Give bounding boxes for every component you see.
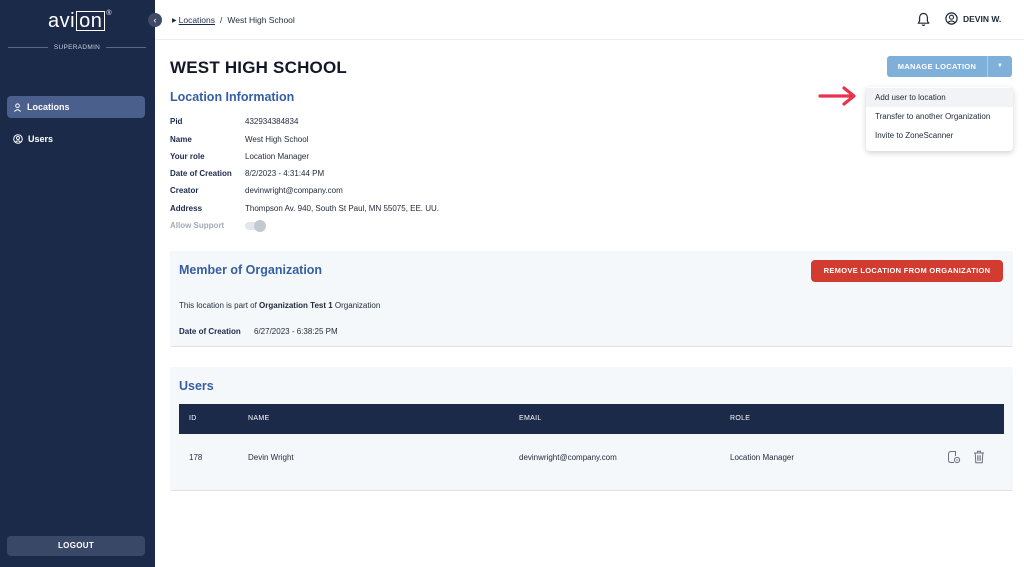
remove-location-button[interactable]: REMOVE LOCATION FROM ORGANIZATION bbox=[811, 260, 1003, 282]
column-header-id: ID bbox=[189, 415, 197, 422]
membership-date-label: Date of Creation bbox=[179, 327, 241, 336]
trash-icon[interactable] bbox=[973, 450, 985, 464]
top-bar: ▶ Locations / West High School DEVIN W. bbox=[155, 0, 1024, 40]
logout-button[interactable]: LOGOUT bbox=[7, 536, 145, 556]
avion-logo[interactable]: avi on ® bbox=[48, 10, 112, 32]
annotation-arrow-icon bbox=[818, 86, 856, 106]
location-information-title: Location Information bbox=[170, 90, 295, 104]
cell-name: Devin Wright bbox=[248, 453, 294, 462]
logo-text-box: on bbox=[76, 11, 106, 31]
info-label-role: Your role bbox=[170, 152, 205, 161]
info-value-creator: devinwright@company.com bbox=[245, 186, 343, 195]
table-row: 178 Devin Wright devinwright@company.com… bbox=[179, 434, 1004, 481]
cell-role: Location Manager bbox=[730, 453, 795, 462]
breadcrumb: ▶ Locations / West High School bbox=[172, 15, 295, 25]
member-of-organization-title: Member of Organization bbox=[179, 263, 323, 277]
logo-registered-mark: ® bbox=[106, 10, 112, 17]
user-menu[interactable]: DEVIN W. bbox=[945, 12, 1001, 25]
cell-id: 178 bbox=[189, 453, 203, 462]
menu-item-add-user[interactable]: Add user to location bbox=[866, 88, 1013, 107]
info-label-date-of-creation: Date of Creation bbox=[170, 169, 232, 178]
user-name: DEVIN W. bbox=[963, 13, 1002, 24]
chevron-left-icon[interactable]: ‹ bbox=[148, 13, 162, 27]
sidebar: avi on ® SUPERADMIN Locations Users LOGOUT bbox=[0, 0, 155, 567]
logo-text-left: avi bbox=[48, 9, 76, 32]
manage-location-button[interactable]: MANAGE LOCATION ▼ bbox=[887, 56, 1012, 77]
manage-location-menu: Add user to location Transfer to another… bbox=[866, 87, 1013, 151]
breadcrumb-current: West High School bbox=[227, 15, 295, 25]
users-card: Users ID NAME EMAIL ROLE 178 Devin Wrigh… bbox=[170, 367, 1013, 491]
breadcrumb-link-locations[interactable]: Locations bbox=[179, 15, 215, 25]
info-value-date-of-creation: 8/2/2023 - 4:31:44 PM bbox=[245, 169, 325, 178]
user-circle-icon bbox=[13, 134, 23, 144]
sidebar-item-label: Users bbox=[28, 134, 54, 144]
info-value-address: Thompson Av. 940, South St Paul, MN 5507… bbox=[245, 204, 440, 213]
users-title: Users bbox=[179, 379, 214, 393]
column-header-role: ROLE bbox=[730, 415, 751, 422]
cell-email: devinwright@company.com bbox=[519, 453, 617, 462]
menu-item-transfer-organization[interactable]: Transfer to another Organization bbox=[866, 107, 1013, 126]
info-value-pid: 432934384834 bbox=[245, 117, 299, 126]
breadcrumb-separator: / bbox=[220, 15, 223, 25]
allow-support-toggle[interactable] bbox=[245, 220, 267, 232]
organization-name: Organization Test 1 bbox=[259, 301, 333, 310]
info-label-pid: Pid bbox=[170, 117, 183, 126]
menu-item-invite-zonescanner[interactable]: Invite to ZoneScanner bbox=[866, 126, 1013, 145]
user-role-label: SUPERADMIN bbox=[53, 44, 101, 51]
sidebar-item-label: Locations bbox=[27, 102, 70, 112]
sidebar-item-users[interactable]: Users bbox=[7, 128, 145, 150]
membership-text: This location is part of Organization Te… bbox=[179, 301, 380, 310]
column-header-email: EMAIL bbox=[519, 415, 542, 422]
member-of-organization-card: Member of Organization REMOVE LOCATION F… bbox=[170, 251, 1013, 347]
info-value-role: Location Manager bbox=[245, 152, 310, 161]
divider-line bbox=[106, 47, 146, 48]
user-circle-icon bbox=[945, 12, 958, 25]
sidebar-item-locations[interactable]: Locations bbox=[7, 96, 145, 118]
manage-location-label[interactable]: MANAGE LOCATION bbox=[887, 56, 987, 77]
allow-support-label: Allow Support bbox=[170, 221, 225, 230]
membership-date-value: 6/27/2023 - 6:38:25 PM bbox=[254, 327, 338, 336]
pin-icon bbox=[13, 102, 22, 112]
caret-right-icon: ▶ bbox=[172, 17, 177, 24]
info-label-name: Name bbox=[170, 135, 192, 144]
membership-text-suffix: Organization bbox=[332, 301, 381, 310]
info-label-creator: Creator bbox=[170, 186, 199, 195]
info-label-address: Address bbox=[170, 204, 203, 213]
divider-line bbox=[8, 47, 48, 48]
column-header-name: NAME bbox=[248, 415, 270, 422]
membership-text-prefix: This location is part of bbox=[179, 301, 260, 310]
user-settings-icon[interactable] bbox=[947, 450, 961, 464]
role-divider: SUPERADMIN bbox=[8, 44, 146, 51]
caret-down-icon[interactable]: ▼ bbox=[988, 56, 1012, 77]
users-table-header: ID NAME EMAIL ROLE bbox=[179, 404, 1004, 434]
toggle-knob bbox=[254, 220, 266, 232]
bell-icon[interactable] bbox=[917, 12, 930, 27]
info-value-name: West High School bbox=[245, 135, 309, 144]
page-title: WEST HIGH SCHOOL bbox=[170, 58, 347, 77]
